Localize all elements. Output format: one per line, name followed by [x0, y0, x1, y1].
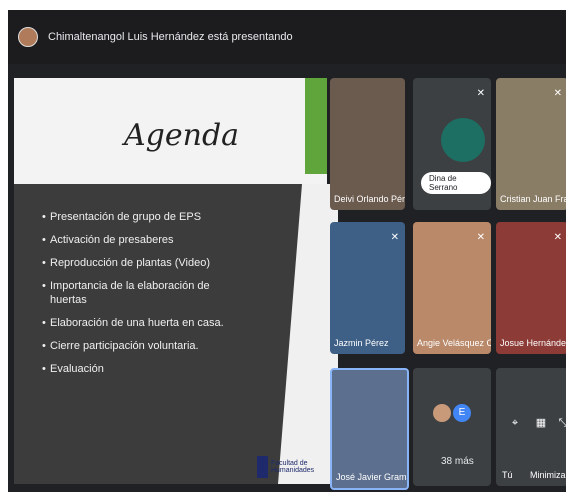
logo-text: Facultad de Humanidades: [270, 460, 315, 474]
participant-tile[interactable]: Deivi Orlando Pérez ...: [330, 78, 405, 210]
participant-name: Angie Velásquez Co...: [417, 338, 491, 348]
participant-tile[interactable]: ✕ Cristian Juan Franci...: [496, 78, 566, 210]
agenda-item: Evaluación: [42, 362, 242, 376]
minimize-icon[interactable]: ⤡: [552, 412, 566, 434]
presenter-avatar: [18, 27, 38, 47]
participant-tile[interactable]: ✕ Jazmin Pérez: [330, 222, 405, 354]
grid-icon[interactable]: ▦: [530, 412, 552, 434]
participant-initial: E: [453, 404, 471, 422]
shared-slide: Agenda Presentación de grupo de EPS Acti…: [14, 78, 338, 484]
agenda-list: Presentación de grupo de EPS Activación …: [42, 210, 242, 385]
more-participants-tile[interactable]: E 38 más: [413, 368, 491, 486]
participant-name: Deivi Orlando Pérez ...: [334, 194, 405, 204]
agenda-item: Presentación de grupo de EPS: [42, 210, 242, 224]
logo-mark: [257, 456, 268, 478]
minimize-label: Minimizar: [530, 470, 566, 480]
presenter-text: Chimaltenangol Luis Hernández está prese…: [48, 31, 293, 43]
participant-tile[interactable]: ✕ Angie Velásquez Co...: [413, 222, 491, 354]
mic-off-icon: ✕: [476, 88, 485, 99]
pin-icon[interactable]: ⌖: [504, 412, 526, 434]
participant-tile[interactable]: ✕ Dina de Serrano: [413, 78, 491, 210]
agenda-item: Activación de presaberes: [42, 233, 242, 247]
participant-tile[interactable]: José Javier Gramajo ...: [330, 368, 409, 490]
faculty-logo: Facultad de Humanidades: [254, 456, 327, 478]
mic-off-icon: ✕: [390, 232, 399, 243]
participant-tile[interactable]: ✕ Josue Hernández: [496, 222, 566, 354]
meeting-window: Chimaltenangol Luis Hernández está prese…: [8, 10, 566, 492]
mic-off-icon: ✕: [553, 88, 562, 99]
slide-heading: Agenda: [124, 118, 240, 153]
agenda-item: Elaboración de una huerta en casa.: [42, 316, 242, 330]
participant-name: Josue Hernández: [500, 338, 566, 348]
mic-off-icon: ✕: [476, 232, 485, 243]
self-label: Tú: [502, 470, 513, 480]
participant-name: Jazmin Pérez: [334, 338, 389, 348]
self-tile[interactable]: ⌖ ▦ ⤡ Tú Minimizar: [496, 368, 566, 486]
more-count: 38 más: [441, 456, 474, 467]
mic-off-icon: ✕: [553, 232, 562, 243]
slide-diagonal-band: [278, 184, 338, 484]
participant-name: Dina de Serrano: [421, 172, 491, 194]
agenda-item: Cierre participación voluntaria.: [42, 339, 242, 353]
agenda-item: Reproducción de plantas (Video): [42, 256, 242, 270]
agenda-item: Importancia de la elaboración de huertas: [42, 279, 242, 307]
slide-green-band: [305, 78, 327, 174]
participant-avatar: [441, 118, 485, 162]
participant-avatar: [433, 404, 451, 422]
presenter-bar: Chimaltenangol Luis Hernández está prese…: [8, 10, 566, 64]
participant-name: José Javier Gramajo ...: [336, 472, 407, 482]
participant-name: Cristian Juan Franci...: [500, 194, 566, 204]
